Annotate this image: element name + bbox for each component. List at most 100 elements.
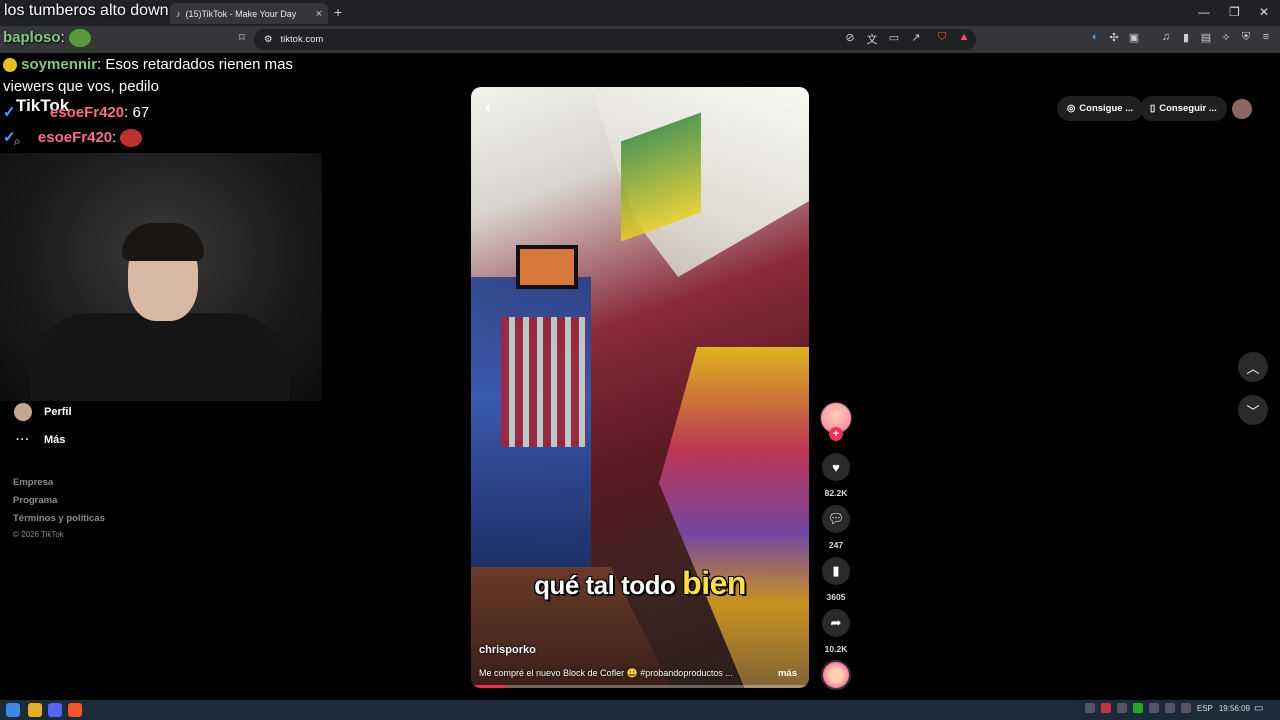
start-icon[interactable] [6, 703, 20, 717]
leo-ai-icon[interactable]: ✧ [1218, 31, 1234, 44]
pill-label: Consigue ... [1079, 103, 1134, 114]
coin-icon: ◎ [1067, 103, 1076, 114]
video-player[interactable]: 🔈︎ ⋯ qué tal todo bien chrisporko Me com… [471, 87, 809, 688]
pepe-emote-icon [68, 29, 91, 48]
tray-app-icon[interactable] [1180, 703, 1191, 713]
footer-link-terminos[interactable]: Términos y políticas [13, 513, 105, 524]
chat-username: soymennir [21, 56, 98, 73]
devil-emote-icon [120, 129, 143, 148]
tray-app-icon[interactable] [1132, 703, 1143, 713]
footer-link-programa[interactable]: Programa [13, 495, 57, 506]
comment-button[interactable]: 💬︎ [822, 505, 850, 533]
tab-title: (15)TikTok - Make Your Day [185, 8, 297, 19]
like-button[interactable]: ♥ [822, 453, 850, 481]
comment-icon: 💬︎ [827, 511, 845, 526]
tray-app-icon[interactable] [1084, 703, 1095, 713]
follow-plus-icon[interactable]: + [829, 427, 843, 441]
clock[interactable]: 19:56:09 [1219, 704, 1250, 713]
chat-message: soymennir: Esos retardados rienen mas [3, 56, 293, 73]
footer-link-empresa[interactable]: Empresa [13, 477, 53, 488]
wallet-icon[interactable]: ▤ [1198, 31, 1214, 44]
sidebar-item-mas[interactable]: ··· Más [14, 434, 65, 446]
sidebar-toggle-icon[interactable]: ▮ [1178, 31, 1194, 44]
share-icon[interactable]: ↗ [908, 31, 924, 44]
tray-app-icon[interactable] [1100, 703, 1111, 713]
get-app-button[interactable]: ▯ Conseguir ... [1140, 96, 1227, 121]
media-icon[interactable]: ♫ [1158, 31, 1174, 43]
translate-icon[interactable]: 文 [864, 31, 880, 47]
caption-highlight: bien [682, 565, 746, 601]
video-progress-bar[interactable] [471, 685, 809, 688]
vpn-icon[interactable]: ⛨ [1238, 31, 1254, 44]
discord-icon[interactable] [48, 703, 62, 717]
chat-text: 67 [132, 104, 150, 121]
store-tv [516, 245, 578, 289]
tab-close-icon[interactable]: × [316, 8, 322, 20]
share-count: 10.2K [824, 644, 848, 654]
save-button[interactable]: ▮ [822, 557, 850, 585]
sidebar-item-perfil[interactable]: Perfil [14, 403, 72, 421]
chat-username: esoeFr420 [37, 129, 113, 146]
language-indicator[interactable]: ESP [1197, 704, 1213, 713]
brave-rewards-icon[interactable]: ▲ [956, 31, 972, 43]
user-avatar[interactable] [1232, 99, 1252, 119]
heart-icon: ♥ [832, 459, 840, 475]
get-coins-button[interactable]: ◎ Consigue ... [1057, 96, 1144, 121]
tray-app-icon[interactable] [1164, 703, 1175, 713]
chat-message: ✓ esoeFr420: [3, 128, 143, 148]
badge-icon [3, 58, 17, 73]
share-button[interactable]: ➦ [822, 609, 850, 637]
chat-username: baploso [3, 29, 61, 46]
chevron-down-icon: ﹀ [1246, 403, 1260, 419]
url-text: tiktok.com [280, 34, 324, 45]
volume-icon[interactable]: 🔈︎ [485, 99, 493, 116]
sidebar-item-label: Más [44, 434, 66, 446]
chat-text: Esos retardados rienen mas [105, 56, 293, 73]
video-description: Me compré el nuevo Block de Cofler 😀 #pr… [479, 668, 733, 678]
chat-message: viewers que vos, pedilo [3, 78, 159, 95]
no-tracking-icon[interactable]: ⊘ [842, 31, 858, 44]
brave-icon[interactable] [68, 703, 82, 717]
music-disc-icon[interactable] [821, 660, 851, 690]
extensions-icon[interactable]: ✣ [1106, 31, 1122, 44]
streamer-body [30, 313, 290, 401]
notification-icon[interactable]: ▭ [1254, 703, 1263, 714]
like-count: 82.2K [824, 488, 848, 498]
close-window-icon[interactable]: ✕ [1259, 5, 1269, 19]
restore-icon[interactable]: ❐ [1229, 5, 1240, 19]
save-count: 3605 [826, 592, 846, 602]
previous-video-button[interactable]: ︿ [1238, 352, 1268, 382]
share-arrow-icon: ➦ [830, 615, 842, 630]
screenshot-icon[interactable]: ▣ [1126, 31, 1142, 44]
minimize-icon[interactable]: — [1198, 5, 1210, 19]
stream-title: los tumberos alto down [4, 2, 169, 19]
brave-shield-icon[interactable]: ⛉ [934, 31, 950, 44]
chat-username: esoeFr420 [49, 104, 125, 121]
webcam-overlay [0, 153, 322, 401]
pill-label: Conseguir ... [1159, 103, 1217, 114]
video-progress-fill [471, 685, 505, 688]
more-dots-icon: ··· [16, 434, 30, 446]
see-more-button[interactable]: más [778, 668, 797, 679]
file-explorer-icon[interactable] [28, 703, 42, 717]
site-info-icon[interactable]: ⚙ [264, 34, 273, 45]
tray-app-icon[interactable] [1116, 703, 1127, 713]
cast-icon[interactable]: ▭ [886, 31, 902, 44]
system-tray: ESP 19:56:09 [1084, 703, 1250, 713]
caption-text: qué tal todo [534, 570, 676, 600]
menu-icon[interactable]: ≡ [1258, 31, 1274, 43]
video-caption: qué tal todo bien [471, 565, 809, 602]
new-tab-button[interactable]: + [334, 4, 342, 20]
audio-playing-icon[interactable]: ◖ [1086, 31, 1102, 43]
copyright: © 2026 TikTok [13, 530, 64, 539]
chat-message: ✓ esoeFr420: 67 [3, 104, 150, 121]
browser-tab[interactable]: ♪ (15)TikTok - Make Your Day × [170, 3, 328, 24]
store-fridge [501, 317, 586, 447]
next-video-button[interactable]: ﹀ [1238, 395, 1268, 425]
search-icon[interactable]: ⌕ [14, 134, 21, 149]
more-options-icon[interactable]: ⋯ [780, 97, 795, 114]
bookmark-icon[interactable]: ⌑ [234, 31, 250, 44]
video-author[interactable]: chrisporko [479, 644, 536, 656]
tray-app-icon[interactable] [1148, 703, 1159, 713]
avatar [14, 403, 32, 421]
